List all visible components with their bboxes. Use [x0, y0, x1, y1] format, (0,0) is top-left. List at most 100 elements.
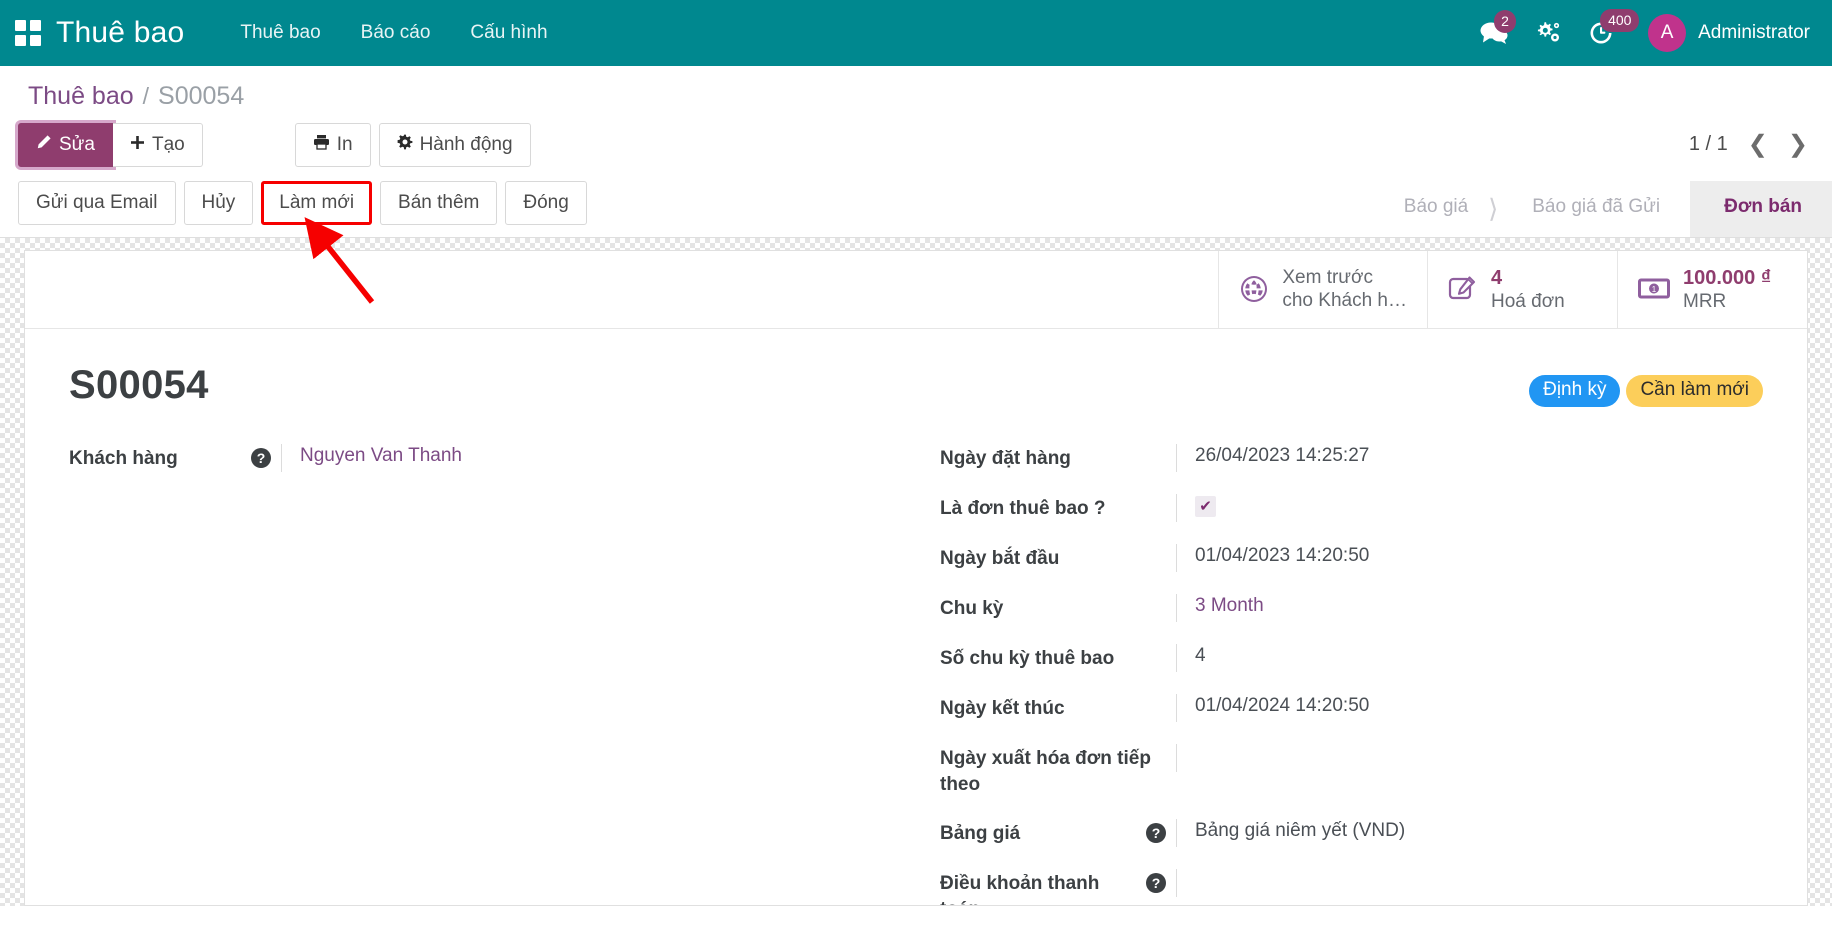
- field-label-text: Bảng giá: [940, 821, 1020, 847]
- page-title: S00054: [69, 363, 209, 408]
- field-value: 26/04/2023 14:25:27: [1176, 444, 1763, 472]
- field-label: Ngày kết thúc: [940, 694, 1176, 722]
- activities-button[interactable]: 400: [1588, 20, 1614, 46]
- action-button-label: Hành động: [420, 133, 513, 157]
- status-step-sales-order[interactable]: Đơn bán: [1690, 181, 1832, 237]
- record-title-zone: S00054 Định kỳ Cần làm mới: [25, 329, 1807, 408]
- status-badge-recurring[interactable]: Định kỳ: [1529, 375, 1620, 407]
- action-button[interactable]: Hành động: [379, 123, 531, 167]
- status-step-quotation[interactable]: Báo giá ⟩: [1370, 181, 1498, 237]
- status-step-label: Báo giá: [1404, 196, 1468, 218]
- field-label-text: Điều khoản thanh toán: [940, 871, 1140, 905]
- printer-icon: [313, 133, 330, 157]
- pager-next-icon[interactable]: ❯: [1788, 133, 1808, 157]
- field-next-invoice-date: Ngày xuất hóa đơn tiếp theo: [940, 744, 1763, 797]
- menu-item-configuration[interactable]: Cấu hình: [450, 12, 567, 54]
- globe-icon: [1239, 274, 1269, 304]
- status-pipeline: Báo giá ⟩ Báo giá đã Gửi Đơn bán: [1370, 181, 1832, 237]
- stat-buttons-bar: Xem trước cho Khách h… 4 Hoá đơn: [25, 251, 1807, 330]
- messages-button[interactable]: 2: [1480, 21, 1508, 45]
- status-step-quotation-sent[interactable]: Báo giá đã Gửi: [1498, 181, 1690, 237]
- field-recurrence: Chu kỳ 3 Month: [940, 594, 1763, 622]
- field-number-of-cycles: Số chu kỳ thuê bao 4: [940, 644, 1763, 672]
- close-button[interactable]: Đóng: [505, 181, 586, 225]
- field-label: Bảng giá ?: [940, 819, 1176, 847]
- user-menu[interactable]: A Administrator: [1648, 14, 1810, 52]
- field-label-text: Là đơn thuê bao ?: [940, 496, 1106, 522]
- stat-button-invoices[interactable]: 4 Hoá đơn: [1427, 251, 1617, 329]
- field-label-text: Ngày kết thúc: [940, 696, 1065, 722]
- field-label: Chu kỳ: [940, 594, 1176, 622]
- menu-item-reporting[interactable]: Báo cáo: [341, 12, 451, 54]
- field-label: Ngày đặt hàng: [940, 444, 1176, 472]
- messages-badge: 2: [1494, 10, 1516, 33]
- top-navbar: Thuê bao Thuê bao Báo cáo Cấu hình 2: [0, 0, 1832, 66]
- avatar: A: [1648, 14, 1686, 52]
- field-payment-terms: Điều khoản thanh toán ?: [940, 869, 1763, 905]
- pager: 1 / 1 ❮ ❯: [1689, 133, 1808, 157]
- status-step-label: Đơn bán: [1724, 196, 1802, 218]
- form-right-column: Ngày đặt hàng 26/04/2023 14:25:27 Là đơn…: [940, 444, 1763, 905]
- renew-button[interactable]: Làm mới: [261, 181, 372, 225]
- stat-button-text: Xem trước cho Khách h…: [1282, 266, 1407, 312]
- help-icon[interactable]: ?: [1146, 873, 1166, 893]
- stat-line-1: 100.000 ₫: [1683, 266, 1771, 290]
- help-icon[interactable]: ?: [251, 448, 271, 468]
- stat-line-2: cho Khách h…: [1282, 289, 1407, 312]
- breadcrumb: Thuê bao / S00054: [0, 66, 1832, 117]
- pager-prev-icon[interactable]: ❮: [1748, 133, 1768, 157]
- field-label-text: Ngày đặt hàng: [940, 446, 1071, 472]
- edit-create-group: Sửa Tạo: [18, 123, 203, 167]
- main-menu: Thuê bao Báo cáo Cấu hình: [220, 12, 567, 54]
- form-left-column: Khách hàng ? Nguyen Van Thanh: [69, 444, 892, 905]
- create-button[interactable]: Tạo: [113, 123, 203, 167]
- stat-button-customer-preview[interactable]: Xem trước cho Khách h…: [1218, 251, 1427, 329]
- checkbox-is-subscription[interactable]: ✔: [1195, 496, 1216, 517]
- apps-menu-icon[interactable]: [0, 0, 56, 66]
- stat-line-1: 4: [1491, 266, 1565, 290]
- invoice-pencil-icon: [1448, 275, 1478, 303]
- activities-badge: 400: [1600, 9, 1639, 32]
- field-label-text: Số chu kỳ thuê bao: [940, 646, 1114, 672]
- field-pricelist: Bảng giá ? Bảng giá niêm yết (VND): [940, 819, 1763, 847]
- user-name-label: Administrator: [1698, 22, 1810, 44]
- edit-button-label: Sửa: [59, 133, 95, 157]
- upsell-button[interactable]: Bán thêm: [380, 181, 497, 225]
- field-customer: Khách hàng ? Nguyen Van Thanh: [69, 444, 892, 472]
- svg-text:1: 1: [1652, 285, 1657, 294]
- print-action-group: In Hành động: [295, 123, 531, 167]
- stat-line-2: MRR: [1683, 290, 1771, 313]
- field-order-date: Ngày đặt hàng 26/04/2023 14:25:27: [940, 444, 1763, 472]
- help-icon[interactable]: ?: [1146, 823, 1166, 843]
- status-badge-to-renew[interactable]: Cần làm mới: [1626, 375, 1763, 407]
- field-value[interactable]: 3 Month: [1176, 594, 1763, 622]
- edit-button[interactable]: Sửa: [18, 123, 113, 167]
- sheet-background: Xem trước cho Khách h… 4 Hoá đơn: [0, 238, 1832, 906]
- send-by-email-button[interactable]: Gửi qua Email: [18, 181, 176, 225]
- field-label: Là đơn thuê bao ?: [940, 494, 1176, 522]
- pager-value: 1 / 1: [1689, 133, 1728, 156]
- field-value: Bảng giá niêm yết (VND): [1176, 819, 1763, 847]
- field-value: 01/04/2024 14:20:50: [1176, 694, 1763, 722]
- breadcrumb-separator: /: [143, 83, 149, 110]
- field-label: Khách hàng ?: [69, 444, 281, 472]
- banknote-icon: 1: [1638, 277, 1670, 301]
- pencil-icon: [36, 133, 52, 157]
- menu-item-subscriptions[interactable]: Thuê bao: [220, 12, 340, 54]
- breadcrumb-root[interactable]: Thuê bao: [28, 82, 134, 111]
- field-label-text: Chu kỳ: [940, 596, 1003, 622]
- breadcrumb-current: S00054: [158, 82, 244, 111]
- cancel-button[interactable]: Hủy: [184, 181, 254, 225]
- statusbar-row: Gửi qua Email Hủy Làm mới Bán thêm Đóng …: [0, 181, 1832, 237]
- field-end-date: Ngày kết thúc 01/04/2024 14:20:50: [940, 694, 1763, 722]
- stat-button-mrr[interactable]: 1 100.000 ₫ MRR: [1617, 251, 1807, 329]
- stat-line-2: Hoá đơn: [1491, 290, 1565, 313]
- stat-button-text: 4 Hoá đơn: [1491, 266, 1565, 314]
- print-button[interactable]: In: [295, 123, 371, 167]
- field-value[interactable]: Nguyen Van Thanh: [281, 444, 892, 472]
- field-label-text: Khách hàng: [69, 446, 178, 472]
- settings-button[interactable]: [1534, 20, 1562, 46]
- field-label-text: Ngày xuất hóa đơn tiếp theo: [940, 746, 1166, 797]
- field-value: [1176, 869, 1763, 897]
- print-button-label: In: [337, 133, 353, 157]
